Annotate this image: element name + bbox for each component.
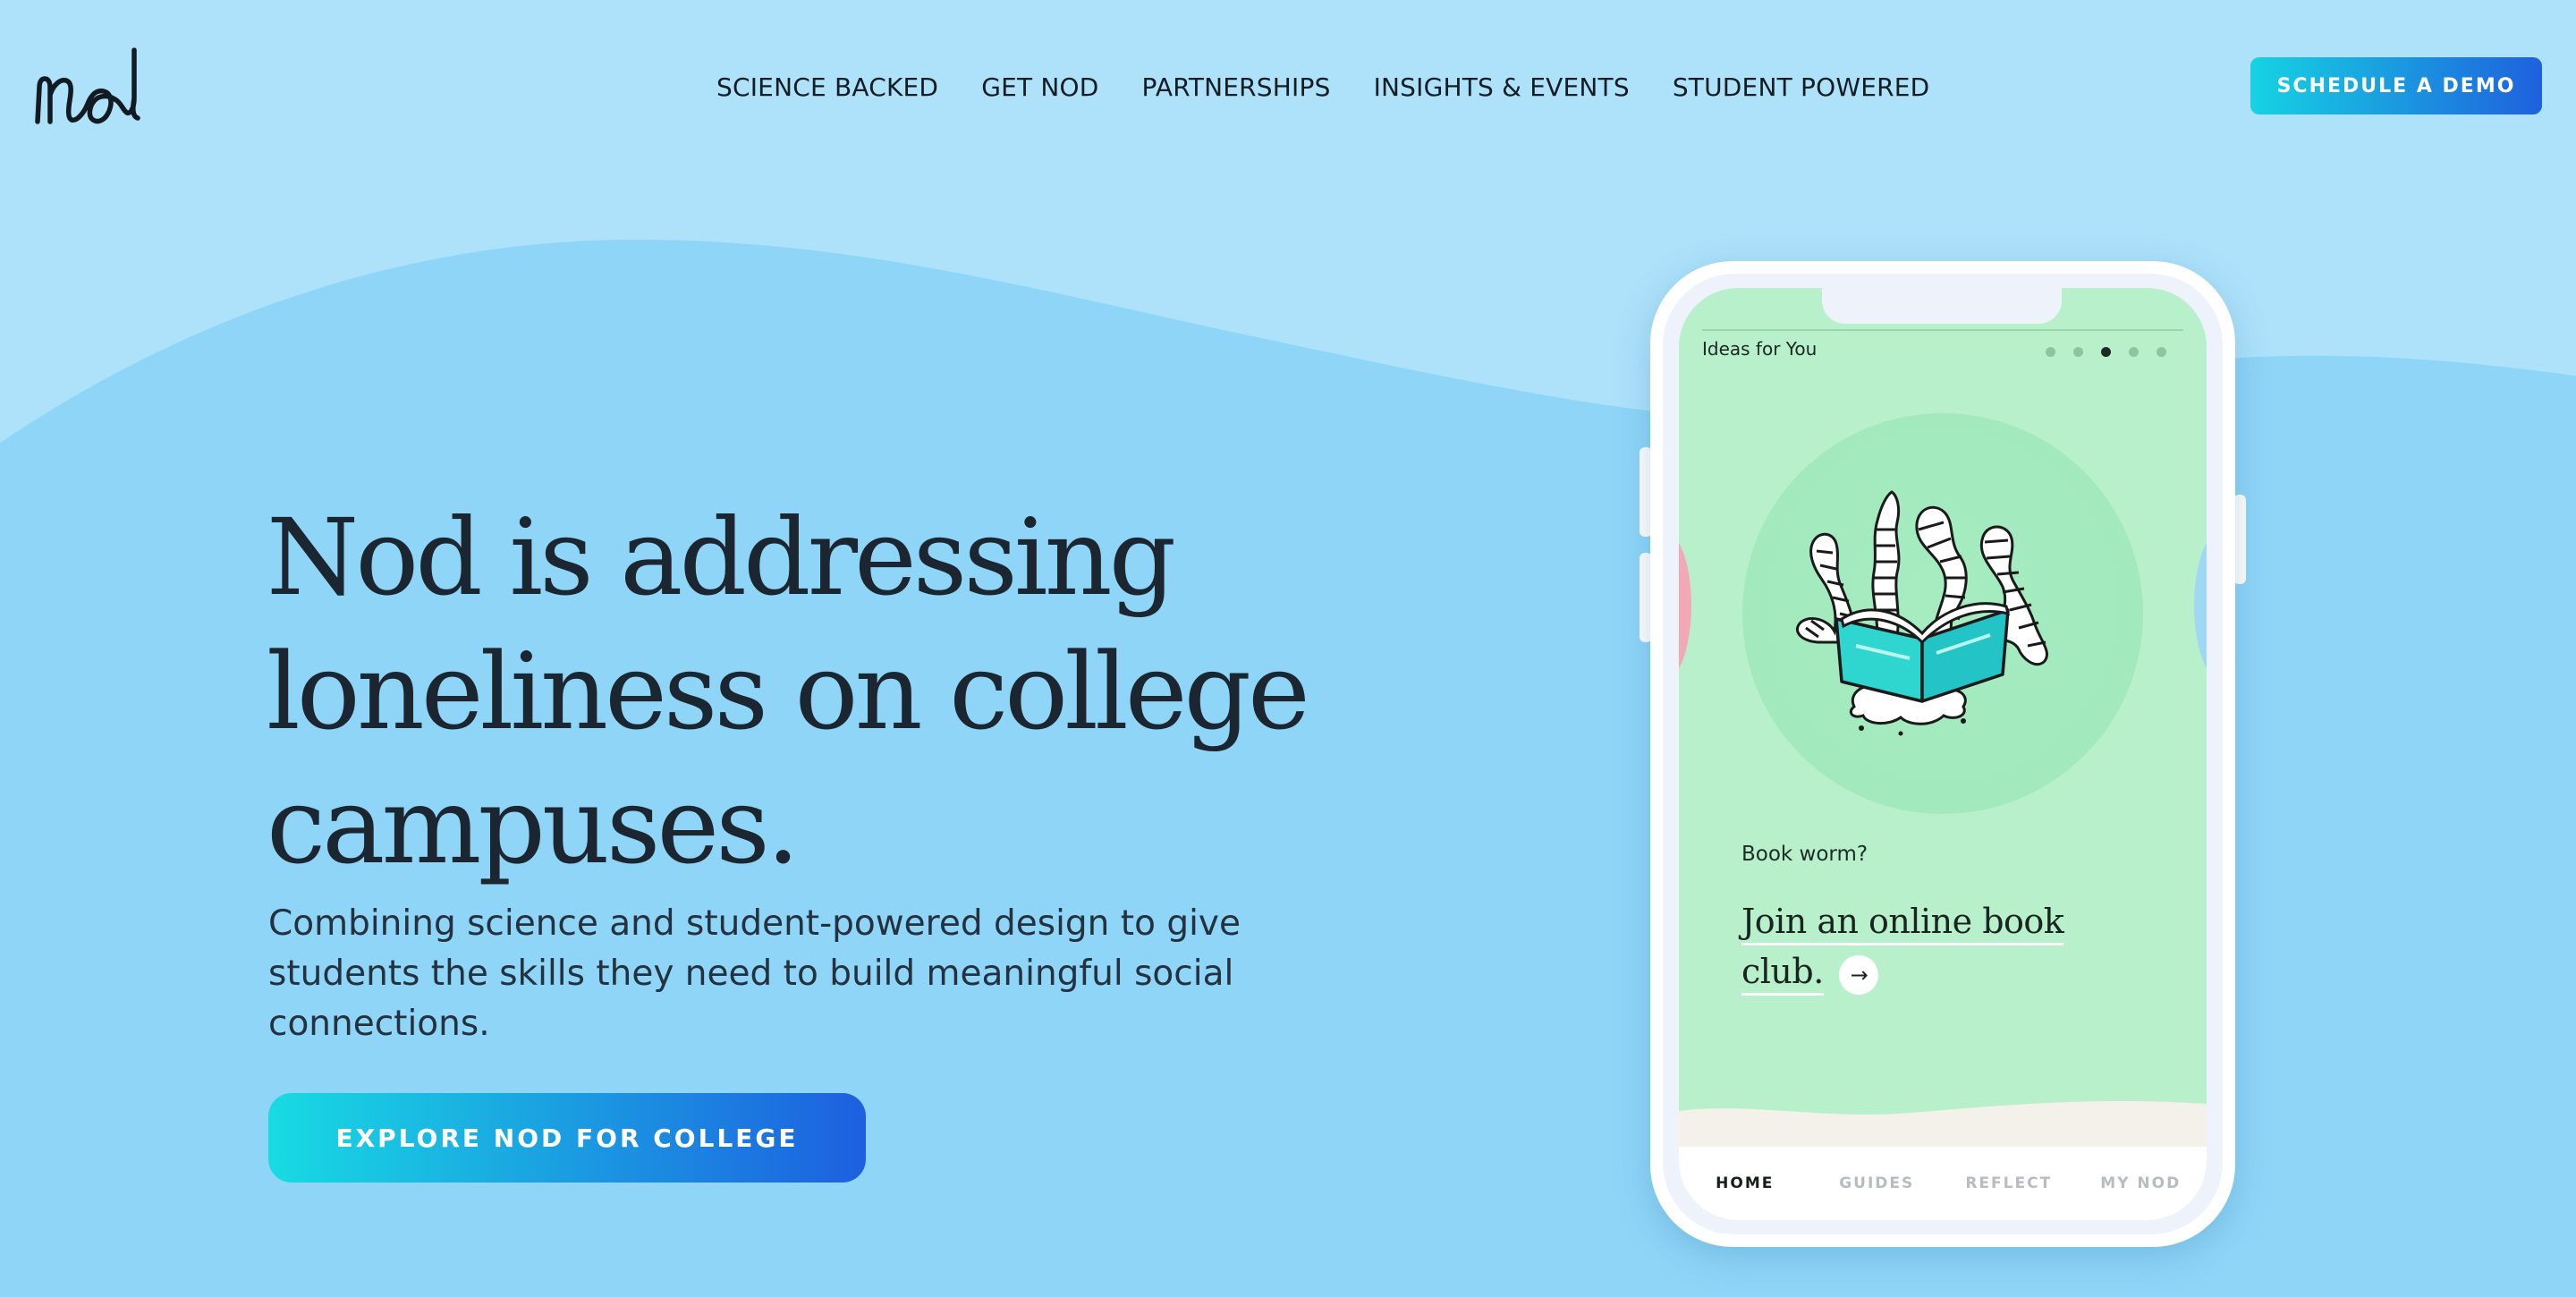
screen-divider (1702, 329, 2183, 331)
previous-card-peek[interactable] (1679, 530, 1691, 682)
tab-home[interactable]: HOME (1679, 1174, 1811, 1192)
carousel-dot[interactable] (2046, 347, 2055, 357)
carousel-dot[interactable] (2157, 347, 2166, 357)
screen-bottom-wave (1679, 1101, 2207, 1147)
nod-logo[interactable] (34, 45, 145, 131)
hero-title: Nod is addressing loneliness on college … (267, 496, 1310, 887)
hero-subtitle: Combining science and student-powered de… (268, 903, 1241, 1044)
phone-screen: Ideas for You Book worm? Join an online … (1679, 288, 2207, 1220)
tab-reflect[interactable]: REFLECT (1943, 1174, 2075, 1192)
nav-item-insights-events[interactable]: INSIGHTS & EVENTS (1374, 70, 1630, 106)
carousel-dot[interactable] (2073, 347, 2083, 357)
tab-my-nod[interactable]: MY NOD (2075, 1174, 2207, 1192)
nav-item-science-backed[interactable]: SCIENCE BACKED (716, 70, 938, 106)
carousel-dots (2046, 347, 2184, 357)
tab-guides[interactable]: GUIDES (1811, 1174, 1944, 1192)
ideas-for-you-label: Ideas for You (1702, 338, 1818, 360)
next-card-peek[interactable] (2194, 530, 2207, 682)
nav-item-student-powered[interactable]: STUDENT POWERED (1673, 70, 1930, 106)
schedule-demo-button[interactable]: SCHEDULE A DEMO (2250, 57, 2542, 114)
card-title[interactable]: Join an online book club. → (1741, 896, 2135, 996)
card-title-text[interactable]: Join an online book club. (1741, 902, 2064, 996)
phone-side-button-right (2233, 495, 2246, 584)
phone-tab-bar: HOME GUIDES REFLECT MY NOD (1679, 1147, 2207, 1220)
phone-notch (1822, 288, 2062, 324)
nav-item-get-nod[interactable]: GET NOD (981, 70, 1098, 106)
explore-nod-button[interactable]: EXPLORE NOD FOR COLLEGE (268, 1093, 866, 1183)
book-worm-illustration (1795, 490, 2048, 736)
carousel-dot-active[interactable] (2101, 347, 2111, 357)
card-eyebrow: Book worm? (1741, 843, 1868, 866)
nav-item-partnerships[interactable]: PARTNERSHIPS (1142, 70, 1331, 106)
carousel-dot[interactable] (2129, 347, 2139, 357)
main-nav: SCIENCE BACKED GET NOD PARTNERSHIPS INSI… (716, 70, 1929, 106)
phone-mockup: Ideas for You Book worm? Join an online … (1650, 261, 2235, 1247)
arrow-right-icon[interactable]: → (1839, 954, 1879, 995)
